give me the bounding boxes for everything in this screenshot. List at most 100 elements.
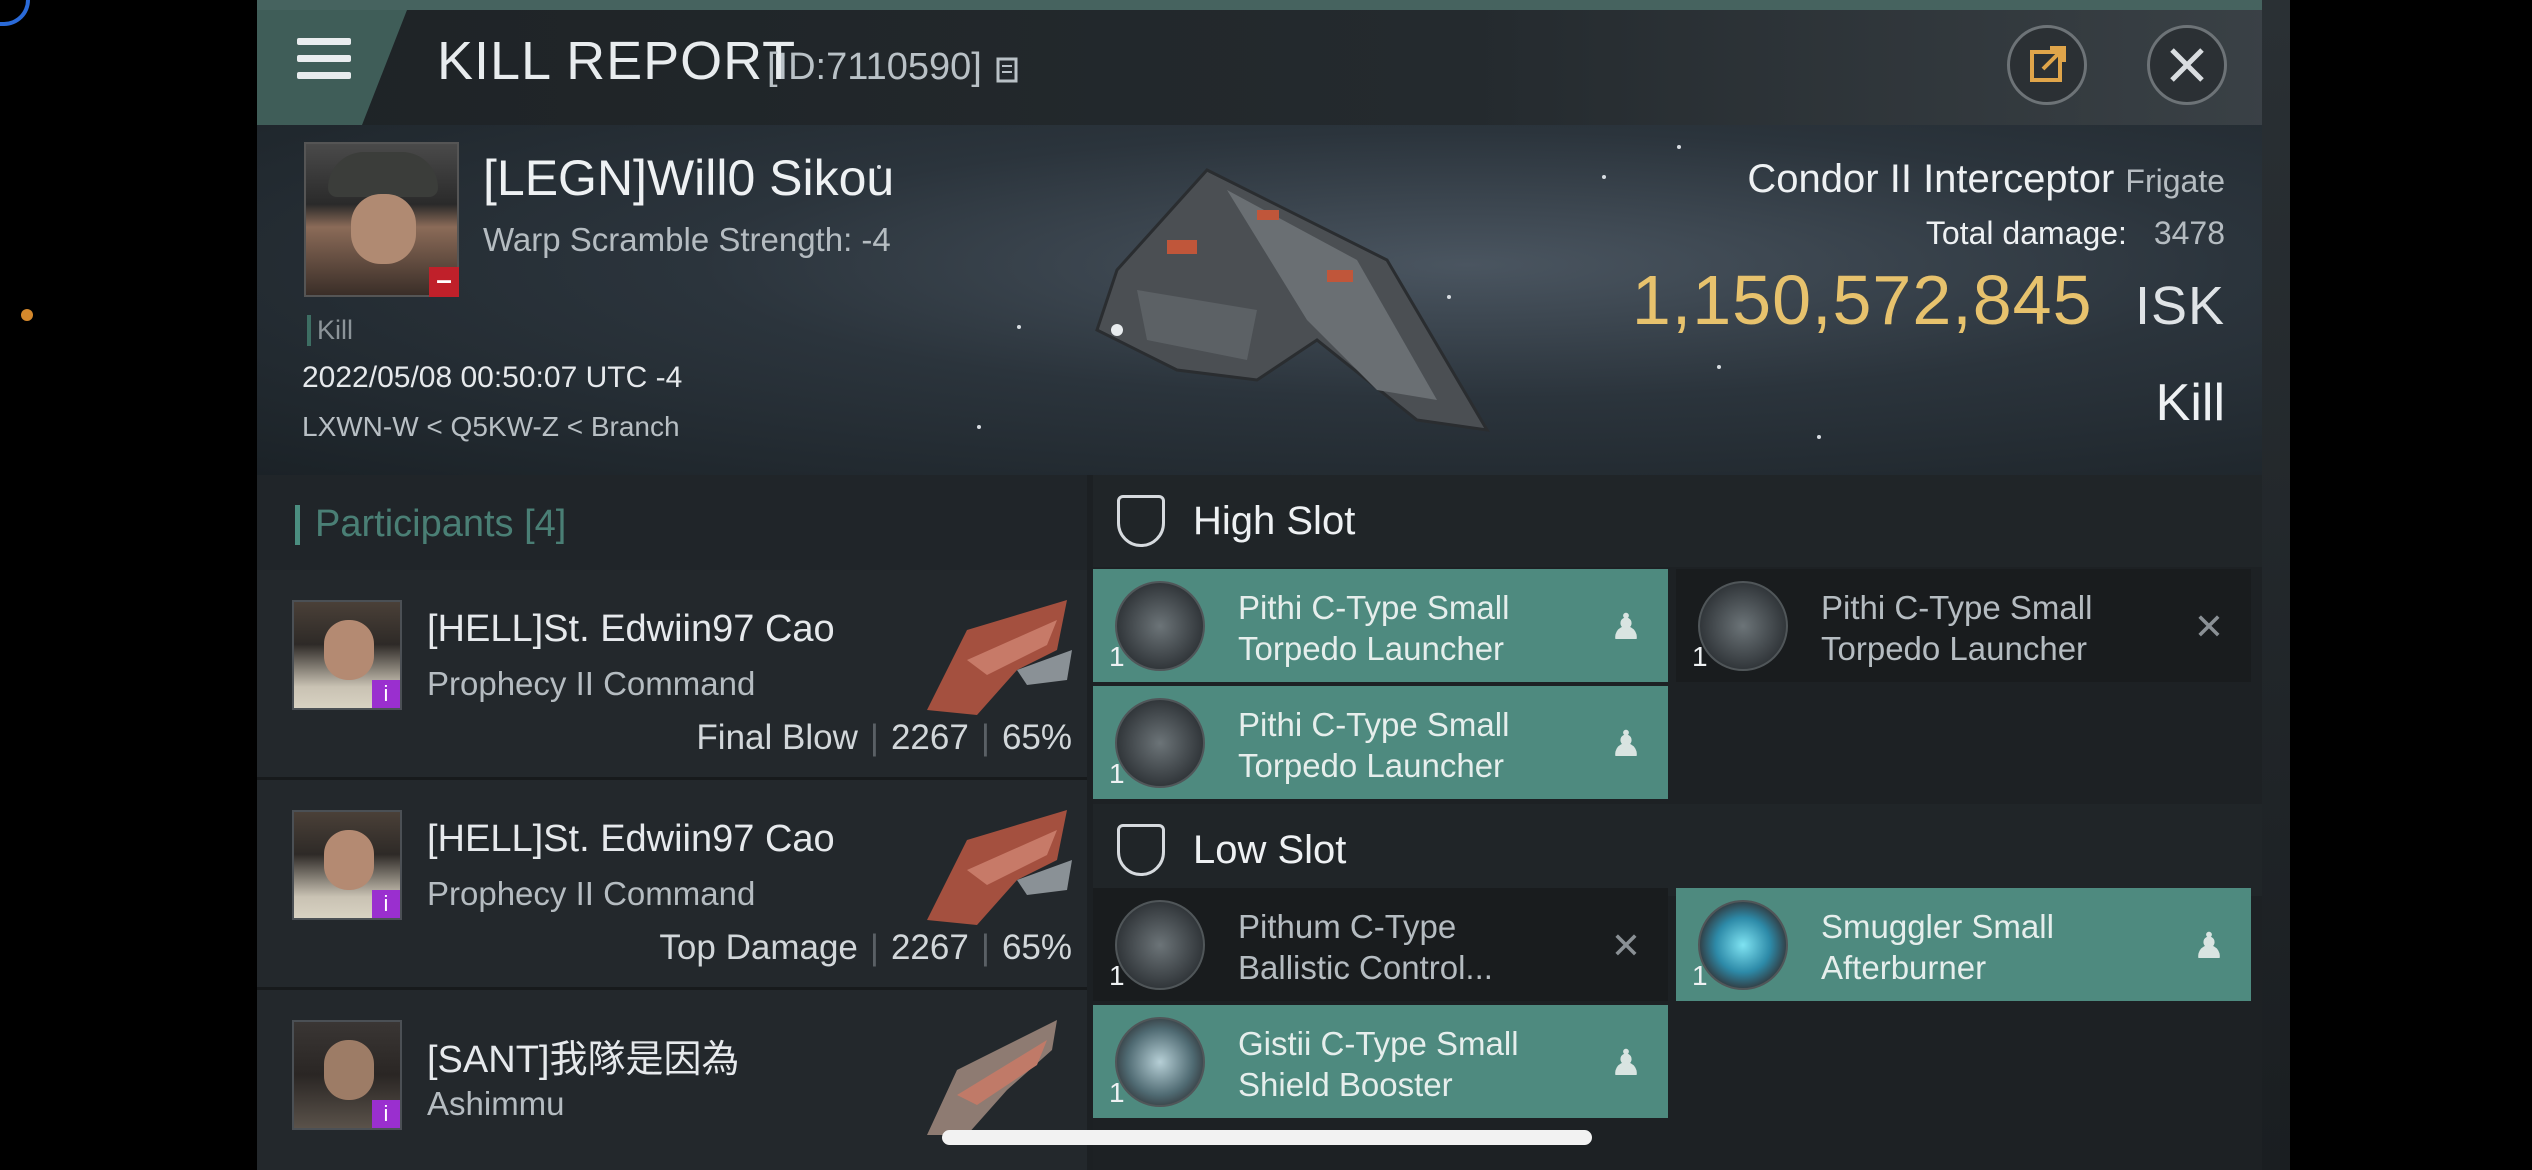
person-icon: ♟ bbox=[2192, 925, 2226, 966]
title-bar: KILL REPORT [ID:7110590] bbox=[257, 0, 2275, 125]
module-item[interactable]: 1 Pithi C-Type Small Torpedo Launcher ✕ bbox=[1676, 569, 2251, 682]
participant-ship: Prophecy II Command bbox=[427, 875, 756, 912]
report-id-text: [ID:7110590] bbox=[767, 46, 982, 88]
module-name: Pithi C-Type Small Torpedo Launcher bbox=[1238, 706, 1510, 784]
participant-name: [SANT]我隊是因為 bbox=[427, 1039, 740, 1081]
participants-count: [4] bbox=[524, 503, 567, 545]
shield-slot-icon bbox=[1117, 824, 1165, 876]
kill-badge-icon: – bbox=[429, 266, 459, 297]
low-slot-header: Low Slot bbox=[1093, 804, 2275, 896]
module-name: Pithi C-Type Small Torpedo Launcher bbox=[1821, 589, 2093, 667]
copy-icon[interactable] bbox=[996, 53, 1022, 83]
afterburner-icon bbox=[1698, 900, 1788, 990]
participant-ship-image bbox=[927, 1020, 1057, 1135]
victim-ship-image[interactable] bbox=[1057, 150, 1517, 450]
x-icon: ✕ bbox=[2193, 606, 2225, 647]
module-qty: 1 bbox=[1692, 641, 1708, 672]
high-slot-label: High Slot bbox=[1193, 499, 1356, 543]
participant-row[interactable]: i [HELL]St. Edwiin97 Cao Prophecy II Com… bbox=[257, 570, 1087, 780]
module-qty: 1 bbox=[1692, 960, 1708, 991]
module-item[interactable]: 1 Pithi C-Type Small Torpedo Launcher ♟ bbox=[1093, 686, 1668, 799]
participant-avatar[interactable]: i bbox=[292, 1020, 402, 1130]
total-damage-value: 3478 bbox=[2153, 215, 2225, 251]
fittings-panel: High Slot 1 Pithi C-Type Small Torpedo L… bbox=[1093, 475, 2275, 1170]
close-button[interactable] bbox=[2147, 25, 2227, 105]
star bbox=[1017, 325, 1021, 329]
hamburger-icon bbox=[297, 38, 351, 84]
person-icon: ♟ bbox=[1609, 1042, 1643, 1083]
participants-header: Participants [4] bbox=[257, 475, 1087, 570]
x-icon: ✕ bbox=[1610, 925, 1642, 966]
total-damage: Total damage: 3478 bbox=[1926, 215, 2225, 252]
status-dot bbox=[21, 309, 33, 321]
person-icon: ♟ bbox=[1609, 723, 1643, 764]
kill-report-panel: KILL REPORT [ID:7110590] – [LEGN]Will0 S… bbox=[257, 0, 2275, 1170]
star bbox=[1677, 145, 1681, 149]
shield-booster-icon bbox=[1115, 1017, 1205, 1107]
corp-badge-icon: i bbox=[372, 1100, 400, 1128]
star bbox=[1602, 175, 1606, 179]
kill-label: Kill bbox=[2155, 374, 2225, 432]
participants-title[interactable]: Participants [4] bbox=[315, 503, 566, 546]
participant-role: Top Damage bbox=[659, 928, 858, 967]
module-item[interactable]: 1 Pithi C-Type Small Torpedo Launcher ♟ bbox=[1093, 569, 1668, 682]
total-damage-label: Total damage: bbox=[1925, 215, 2127, 251]
wifi-icon bbox=[0, 0, 30, 26]
module-qty: 1 bbox=[1109, 641, 1125, 672]
victim-ship-name[interactable]: Condor II Interceptor Frigate bbox=[1747, 157, 2225, 202]
report-id[interactable]: [ID:7110590] bbox=[767, 46, 1022, 89]
warp-scramble-strength: Warp Scramble Strength: -4 bbox=[483, 221, 891, 258]
victim-name[interactable]: [LEGN]Will0 Sikou bbox=[483, 149, 894, 207]
ship-class: Frigate bbox=[2125, 163, 2225, 199]
module-item[interactable]: 1 Smuggler Small Afterburner ♟ bbox=[1676, 888, 2251, 1001]
menu-button[interactable] bbox=[257, 10, 407, 125]
share-button[interactable] bbox=[2007, 25, 2087, 105]
participant-damage: 2267 bbox=[890, 928, 969, 967]
kill-timestamp: 2022/05/08 00:50:07 UTC -4 bbox=[302, 361, 683, 394]
result-tag: Kill bbox=[307, 315, 353, 346]
module-qty: 1 bbox=[1109, 758, 1125, 789]
person-icon: ♟ bbox=[1609, 606, 1643, 647]
torpedo-launcher-icon bbox=[1698, 581, 1788, 671]
module-item[interactable]: 1 Gistii C-Type Small Shield Booster ♟ bbox=[1093, 1005, 1668, 1118]
ship-name-text: Condor II Interceptor bbox=[1747, 157, 2115, 201]
module-qty: 1 bbox=[1109, 1077, 1125, 1108]
participant-role: Final Blow bbox=[696, 718, 858, 757]
ballistic-control-icon bbox=[1115, 900, 1205, 990]
participant-name: [HELL]St. Edwiin97 Cao bbox=[427, 818, 835, 860]
background-strip bbox=[2262, 0, 2290, 1170]
participant-ship-image bbox=[927, 600, 1072, 715]
star bbox=[1817, 435, 1821, 439]
torpedo-launcher-icon bbox=[1115, 698, 1205, 788]
screen: KILL REPORT [ID:7110590] – [LEGN]Will0 S… bbox=[0, 0, 2532, 1170]
high-slot-header: High Slot bbox=[1093, 475, 2275, 567]
participant-stats: Final Blow | 2267 | 65% bbox=[696, 718, 1072, 757]
participant-ship-image bbox=[927, 810, 1072, 925]
participant-avatar[interactable]: i bbox=[292, 810, 402, 920]
module-name: Gistii C-Type Small Shield Booster bbox=[1238, 1025, 1519, 1103]
isk-unit: ISK bbox=[2134, 276, 2225, 336]
star bbox=[977, 425, 981, 429]
victim-header: – [LEGN]Will0 Sikou Warp Scramble Streng… bbox=[257, 125, 2275, 475]
share-icon bbox=[2030, 46, 2066, 82]
participant-name: [HELL]St. Edwiin97 Cao bbox=[427, 608, 835, 650]
torpedo-launcher-icon bbox=[1115, 581, 1205, 671]
victim-avatar[interactable]: – bbox=[304, 142, 459, 297]
participant-row[interactable]: i [HELL]St. Edwiin97 Cao Prophecy II Com… bbox=[257, 780, 1087, 990]
corp-badge-icon: i bbox=[372, 680, 400, 708]
module-qty: 1 bbox=[1109, 960, 1125, 991]
participant-avatar[interactable]: i bbox=[292, 600, 402, 710]
isk-amount: 1,150,572,845 bbox=[1631, 261, 2093, 339]
participant-stats: Top Damage | 2267 | 65% bbox=[659, 928, 1072, 967]
home-indicator[interactable] bbox=[942, 1130, 1592, 1145]
corp-badge-icon: i bbox=[372, 890, 400, 918]
participant-percent: 65% bbox=[1001, 718, 1072, 757]
participants-title-text: Participants bbox=[315, 503, 514, 545]
participant-ship: Ashimmu bbox=[427, 1085, 565, 1122]
module-item[interactable]: 1 Pithum C-Type Ballistic Control... ✕ bbox=[1093, 888, 1668, 1001]
module-name: Pithi C-Type Small Torpedo Launcher bbox=[1238, 589, 1510, 667]
participant-ship: Prophecy II Command bbox=[427, 665, 756, 702]
close-icon bbox=[2170, 48, 2204, 82]
star bbox=[1717, 365, 1721, 369]
kill-location: LXWN-W < Q5KW-Z < Branch bbox=[302, 411, 680, 442]
